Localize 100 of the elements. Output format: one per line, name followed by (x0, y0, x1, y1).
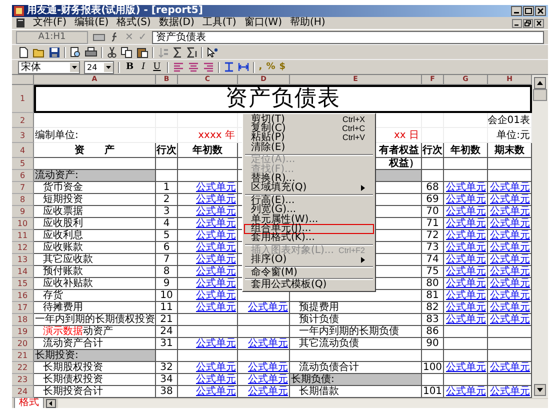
open-folder-icon[interactable] (33, 46, 45, 58)
scroll-left-icon[interactable] (46, 398, 56, 408)
copy-icon[interactable] (121, 46, 133, 58)
vertical-scrollbar[interactable] (532, 75, 548, 398)
cell-reference-field[interactable]: A1:H1 (16, 30, 88, 44)
font-style-button[interactable]: U (151, 62, 163, 72)
menu-item[interactable]: 窗口(W) (244, 17, 282, 29)
menu-item[interactable]: 命令窗(M) (244, 268, 374, 278)
align-left-icon[interactable] (172, 62, 184, 72)
row-header[interactable]: 23 (12, 374, 34, 386)
row-header[interactable]: 9 (12, 206, 34, 218)
row-header[interactable]: 24 (12, 386, 34, 398)
font-select[interactable]: 宋体 (18, 60, 80, 74)
dropdown-arrow-icon[interactable] (104, 62, 113, 72)
table-cell: 24 (156, 326, 178, 338)
row-header[interactable]: 14 (12, 266, 34, 278)
font-size-select[interactable]: 24 (84, 60, 114, 74)
save-icon[interactable] (49, 46, 60, 58)
row-header[interactable]: 13 (12, 254, 34, 266)
table-cell: 4 (156, 218, 178, 230)
menu-item[interactable]: 格式(S) (116, 17, 151, 29)
table-cell: 公式单元 (444, 290, 488, 302)
table-cell: 公式单元 (444, 254, 488, 266)
help-pointer-icon[interactable] (207, 46, 218, 58)
menu-item[interactable]: 数据(D) (158, 17, 194, 29)
table-cell: 75 (422, 266, 444, 278)
table-cell: 公式单元 (178, 302, 238, 314)
table-cell: 公式单元 (178, 386, 238, 398)
row-header[interactable]: 3 (12, 128, 34, 143)
document-icon[interactable] (16, 18, 25, 28)
row-header[interactable]: 7 (12, 182, 34, 194)
scissors-icon[interactable] (107, 46, 117, 58)
minimize-icon[interactable] (512, 18, 522, 28)
menu-item[interactable]: 套用格式(K)... (244, 234, 374, 244)
number-format-button[interactable]: % (266, 62, 276, 72)
table-cell: 公式单元 (444, 314, 488, 326)
font-style-button[interactable]: B (124, 62, 136, 72)
font-style-button[interactable]: I (140, 62, 148, 72)
row-header[interactable]: 5 (12, 158, 34, 170)
new-file-icon[interactable] (18, 46, 29, 58)
row-header[interactable]: 22 (12, 362, 34, 374)
number-format-button[interactable]: $ (279, 62, 286, 72)
formula-input[interactable]: 资产负债表 (152, 30, 544, 44)
row-header[interactable]: 16 (12, 290, 34, 302)
number-format-button[interactable]: , (258, 62, 262, 72)
row-header[interactable]: 10 (12, 218, 34, 230)
menu-item[interactable]: 工具(T) (202, 17, 236, 29)
menu-item[interactable]: 帮助(H) (290, 17, 326, 29)
menu-item[interactable]: 区域填充(Q) (244, 184, 374, 194)
horizontal-scrollbar[interactable] (58, 398, 548, 408)
row-header[interactable]: 17 (12, 302, 34, 314)
table-cell: 9 (156, 278, 178, 290)
row-header[interactable]: 11 (12, 230, 34, 242)
row-header[interactable]: 8 (12, 194, 34, 206)
table-cell: 公式单元 (444, 266, 488, 278)
minimize-icon[interactable] (511, 6, 522, 16)
row-header[interactable]: 21 (12, 350, 34, 362)
maximize-icon[interactable] (523, 6, 534, 16)
menu-item[interactable]: 剪切(T) Ctrl+X (244, 115, 374, 124)
menu-item[interactable]: 行高(E)... (244, 196, 374, 206)
table-cell: 公式单元 (178, 206, 238, 218)
row-header[interactable]: 19 (12, 326, 34, 338)
align-center-icon[interactable] (188, 62, 199, 72)
align-right-icon[interactable] (202, 62, 214, 72)
table-cell: 82 (422, 302, 444, 314)
row-header[interactable]: 4 (12, 143, 34, 158)
keyboard-icon[interactable] (93, 32, 105, 42)
row-header[interactable]: 6 (12, 170, 34, 182)
row-header[interactable]: 12 (12, 242, 34, 254)
printer-icon[interactable] (85, 46, 97, 58)
row-header[interactable]: 2 (12, 113, 34, 128)
menu-item[interactable]: 套用公式模板(Q) (244, 280, 374, 290)
row-header[interactable]: 20 (12, 338, 34, 350)
row-header[interactable]: 18 (12, 314, 34, 326)
close-icon[interactable] (534, 18, 544, 28)
menu-item[interactable]: 编辑(E) (74, 17, 109, 29)
restore-icon[interactable] (523, 18, 533, 28)
scroll-thumb[interactable] (533, 89, 547, 101)
table-cell: 32 (156, 362, 178, 374)
dropdown-arrow-icon[interactable] (70, 62, 79, 72)
table-cell: 长期投资合计 (34, 386, 156, 398)
scroll-down-icon[interactable] (534, 384, 546, 396)
table-cell: 101 (422, 386, 444, 398)
table-cell: 公式单元 (178, 230, 238, 242)
menu-item[interactable]: 文件(F) (33, 17, 67, 29)
menu-item[interactable]: 替换(R)... (244, 174, 374, 184)
menu-item[interactable]: 单元属性(W)... (244, 214, 374, 224)
vertical-align-icon[interactable] (224, 62, 234, 72)
row-header[interactable]: 1 (12, 85, 34, 113)
scroll-up-icon[interactable] (534, 77, 546, 89)
row-header[interactable]: 15 (12, 278, 34, 290)
sum-icon[interactable] (187, 46, 197, 58)
horizontal-spread-icon[interactable] (238, 62, 249, 72)
menu-item[interactable]: 列宽(G)... (244, 206, 374, 215)
paste-icon[interactable] (137, 46, 148, 58)
submenu-arrow-icon (361, 257, 365, 264)
close-icon[interactable] (535, 6, 546, 16)
menu-item[interactable]: 排序(O) (244, 255, 374, 265)
print-preview-icon[interactable] (70, 46, 81, 58)
sum-icon[interactable] (173, 46, 183, 58)
